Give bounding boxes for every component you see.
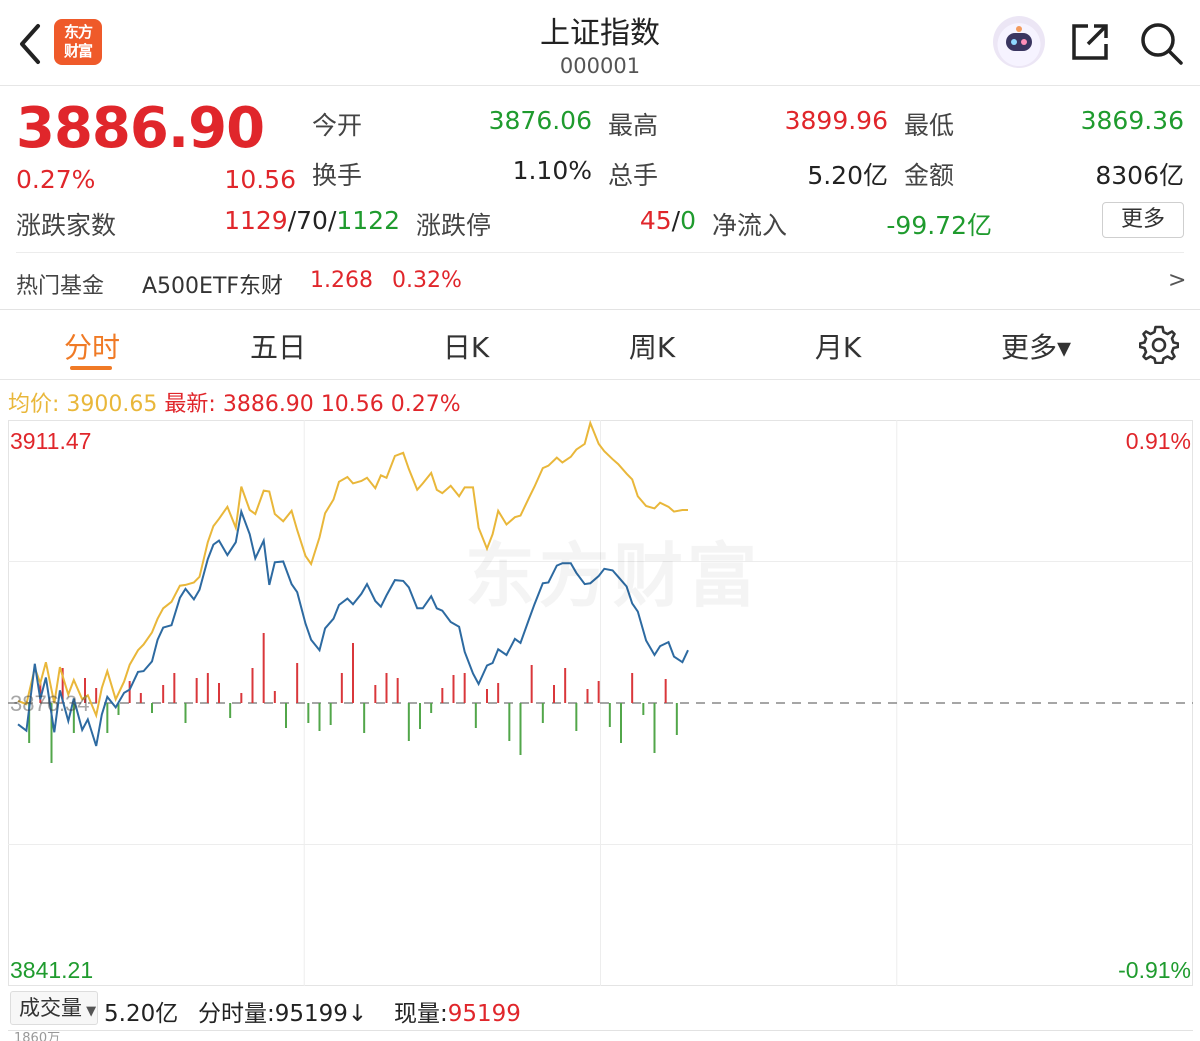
robot-icon xyxy=(1006,26,1032,51)
limit-value: 45/0 xyxy=(576,206,696,235)
divider xyxy=(0,309,1200,310)
breadth-value: 1129/70/1122 xyxy=(196,206,400,235)
turnover-value: 1.10% xyxy=(512,156,592,185)
watermark: 东方财富 xyxy=(465,520,761,621)
indicator-select[interactable]: 成交量 ▼ xyxy=(10,991,98,1025)
tab-intraday[interactable]: 分时 xyxy=(56,326,128,366)
chart-period-tabs: 分时 五日 日K 周K 月K 更多▾ xyxy=(0,312,1200,378)
current-volume: 现量:95199 xyxy=(394,994,521,1028)
avg-price-value: 3900.65 xyxy=(66,392,158,417)
minute-volume: 分时量:95199↓ xyxy=(198,994,367,1028)
y-min-label: 3841.21 xyxy=(10,957,93,983)
chart-settings-button[interactable] xyxy=(1138,324,1180,365)
top-bar: 东方 财富 上证指数 000001 xyxy=(0,0,1200,86)
volume-bars xyxy=(28,633,678,763)
pct-max-label: 0.91% xyxy=(1126,428,1191,454)
hot-fund-row[interactable]: 热门基金 A500ETF东财 1.268 0.32% > xyxy=(0,256,1200,308)
assistant-avatar[interactable] xyxy=(993,16,1045,68)
search-button[interactable] xyxy=(1138,20,1184,66)
latest-label: 最新: xyxy=(164,392,216,417)
total-hands-label: 总手 xyxy=(608,161,659,190)
current-volume-label: 现量: xyxy=(394,1001,448,1027)
low-value: 3869.36 xyxy=(1080,106,1184,135)
total-hands-value: 5.20亿 xyxy=(807,161,888,190)
avg-price-label: 均价: xyxy=(8,392,60,417)
share-button[interactable] xyxy=(1068,20,1112,64)
open-value: 3876.06 xyxy=(488,106,592,135)
more-quote-button[interactable]: 更多 xyxy=(1102,202,1184,238)
divider xyxy=(16,252,1184,253)
hot-fund-name: A500ETF东财 xyxy=(142,274,284,299)
hot-fund-price: 1.268 xyxy=(310,268,373,293)
legend-change-pct: 0.27% xyxy=(390,392,461,417)
amount-value: 8306亿 xyxy=(1095,161,1184,190)
high-value: 3899.96 xyxy=(784,106,888,135)
limit-separator: / xyxy=(671,206,681,235)
chart-legend: 均价: 3900.65 最新: 3886.90 10.56 0.27% xyxy=(8,386,461,418)
pct-min-label: -0.91% xyxy=(1118,957,1191,983)
breadth-label: 涨跌家数 xyxy=(16,211,117,240)
tab-monthly-k[interactable]: 月K xyxy=(800,326,876,366)
change-amount: 10.56 xyxy=(224,165,296,194)
latest-value: 3886.90 xyxy=(222,392,314,417)
gear-icon xyxy=(1138,325,1180,365)
indicator-select-label: 成交量 xyxy=(19,996,82,1020)
chevron-right-icon: > xyxy=(1168,268,1187,293)
tab-more[interactable]: 更多▾ xyxy=(986,326,1086,366)
decliners-count: 1122 xyxy=(336,206,400,235)
low-label: 最低 xyxy=(904,111,955,140)
legend-change: 10.56 xyxy=(320,392,384,417)
unchanged-count: 70 xyxy=(296,206,328,235)
volume-info-row: 成交量 ▼ 5.20亿 分时量:95199↓ 现量:95199 xyxy=(0,988,1200,1028)
limit-up-count: 45 xyxy=(639,206,672,235)
minute-volume-value: 95199 xyxy=(274,1001,348,1027)
turnover-label: 换手 xyxy=(312,161,363,190)
search-icon xyxy=(1141,23,1183,65)
netflow-label: 净流入 xyxy=(712,211,788,240)
limit-label: 涨跌停 xyxy=(416,211,492,240)
y-max-label: 3911.47 xyxy=(10,428,91,454)
volume-max-label: 1860万 xyxy=(14,1031,61,1041)
volume-chart: 1860万 xyxy=(8,1030,1193,1041)
high-label: 最高 xyxy=(608,111,659,140)
amount-label: 金额 xyxy=(904,161,955,190)
dropdown-arrow-icon: ▼ xyxy=(82,1004,97,1019)
prev-close-label: 3876.34 xyxy=(10,691,90,716)
netflow-value: -99.72亿 xyxy=(886,211,992,240)
tab-daily-k[interactable]: 日K xyxy=(428,326,504,366)
hot-fund-change: 0.32% xyxy=(392,268,462,293)
change-percent: 0.27% xyxy=(16,165,96,194)
current-price: 3886.90 xyxy=(16,96,265,161)
tab-weekly-k[interactable]: 周K xyxy=(614,326,690,366)
limit-down-count: 0 xyxy=(680,206,696,235)
tab-five-day[interactable]: 五日 xyxy=(242,326,314,366)
minute-volume-label: 分时量: xyxy=(198,1001,275,1027)
total-volume: 5.20亿 xyxy=(104,1001,179,1027)
down-arrow-icon: ↓ xyxy=(347,1001,368,1027)
breadth-separator: / xyxy=(287,206,297,235)
active-tab-indicator xyxy=(70,366,112,370)
open-label: 今开 xyxy=(312,111,363,140)
divider xyxy=(0,379,1200,380)
hot-fund-label: 热门基金 xyxy=(16,274,105,299)
intraday-chart[interactable]: 3911.47 3841.21 0.91% -0.91% 3876.34 xyxy=(8,420,1193,986)
share-icon xyxy=(1072,24,1108,60)
current-volume-value: 95199 xyxy=(447,1001,521,1027)
advancers-count: 1129 xyxy=(224,206,288,235)
